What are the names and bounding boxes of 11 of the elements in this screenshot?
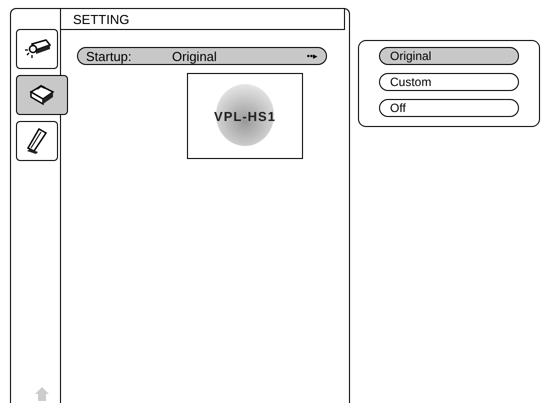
menu-tab[interactable] xyxy=(16,121,58,161)
option-item[interactable]: Custom xyxy=(379,73,519,91)
menu-tab[interactable] xyxy=(16,29,58,69)
logo-image: VPL-HS1 xyxy=(187,73,303,159)
menu-tab[interactable] xyxy=(16,75,68,115)
stand-icon xyxy=(24,126,50,156)
option-item[interactable]: Original xyxy=(379,47,519,65)
option-item[interactable]: Off xyxy=(379,99,519,117)
startup-setting[interactable]: Startup: Original ••▸ xyxy=(77,47,327,65)
toolbox-icon xyxy=(27,82,57,108)
menu-title: SETTING xyxy=(61,9,345,30)
